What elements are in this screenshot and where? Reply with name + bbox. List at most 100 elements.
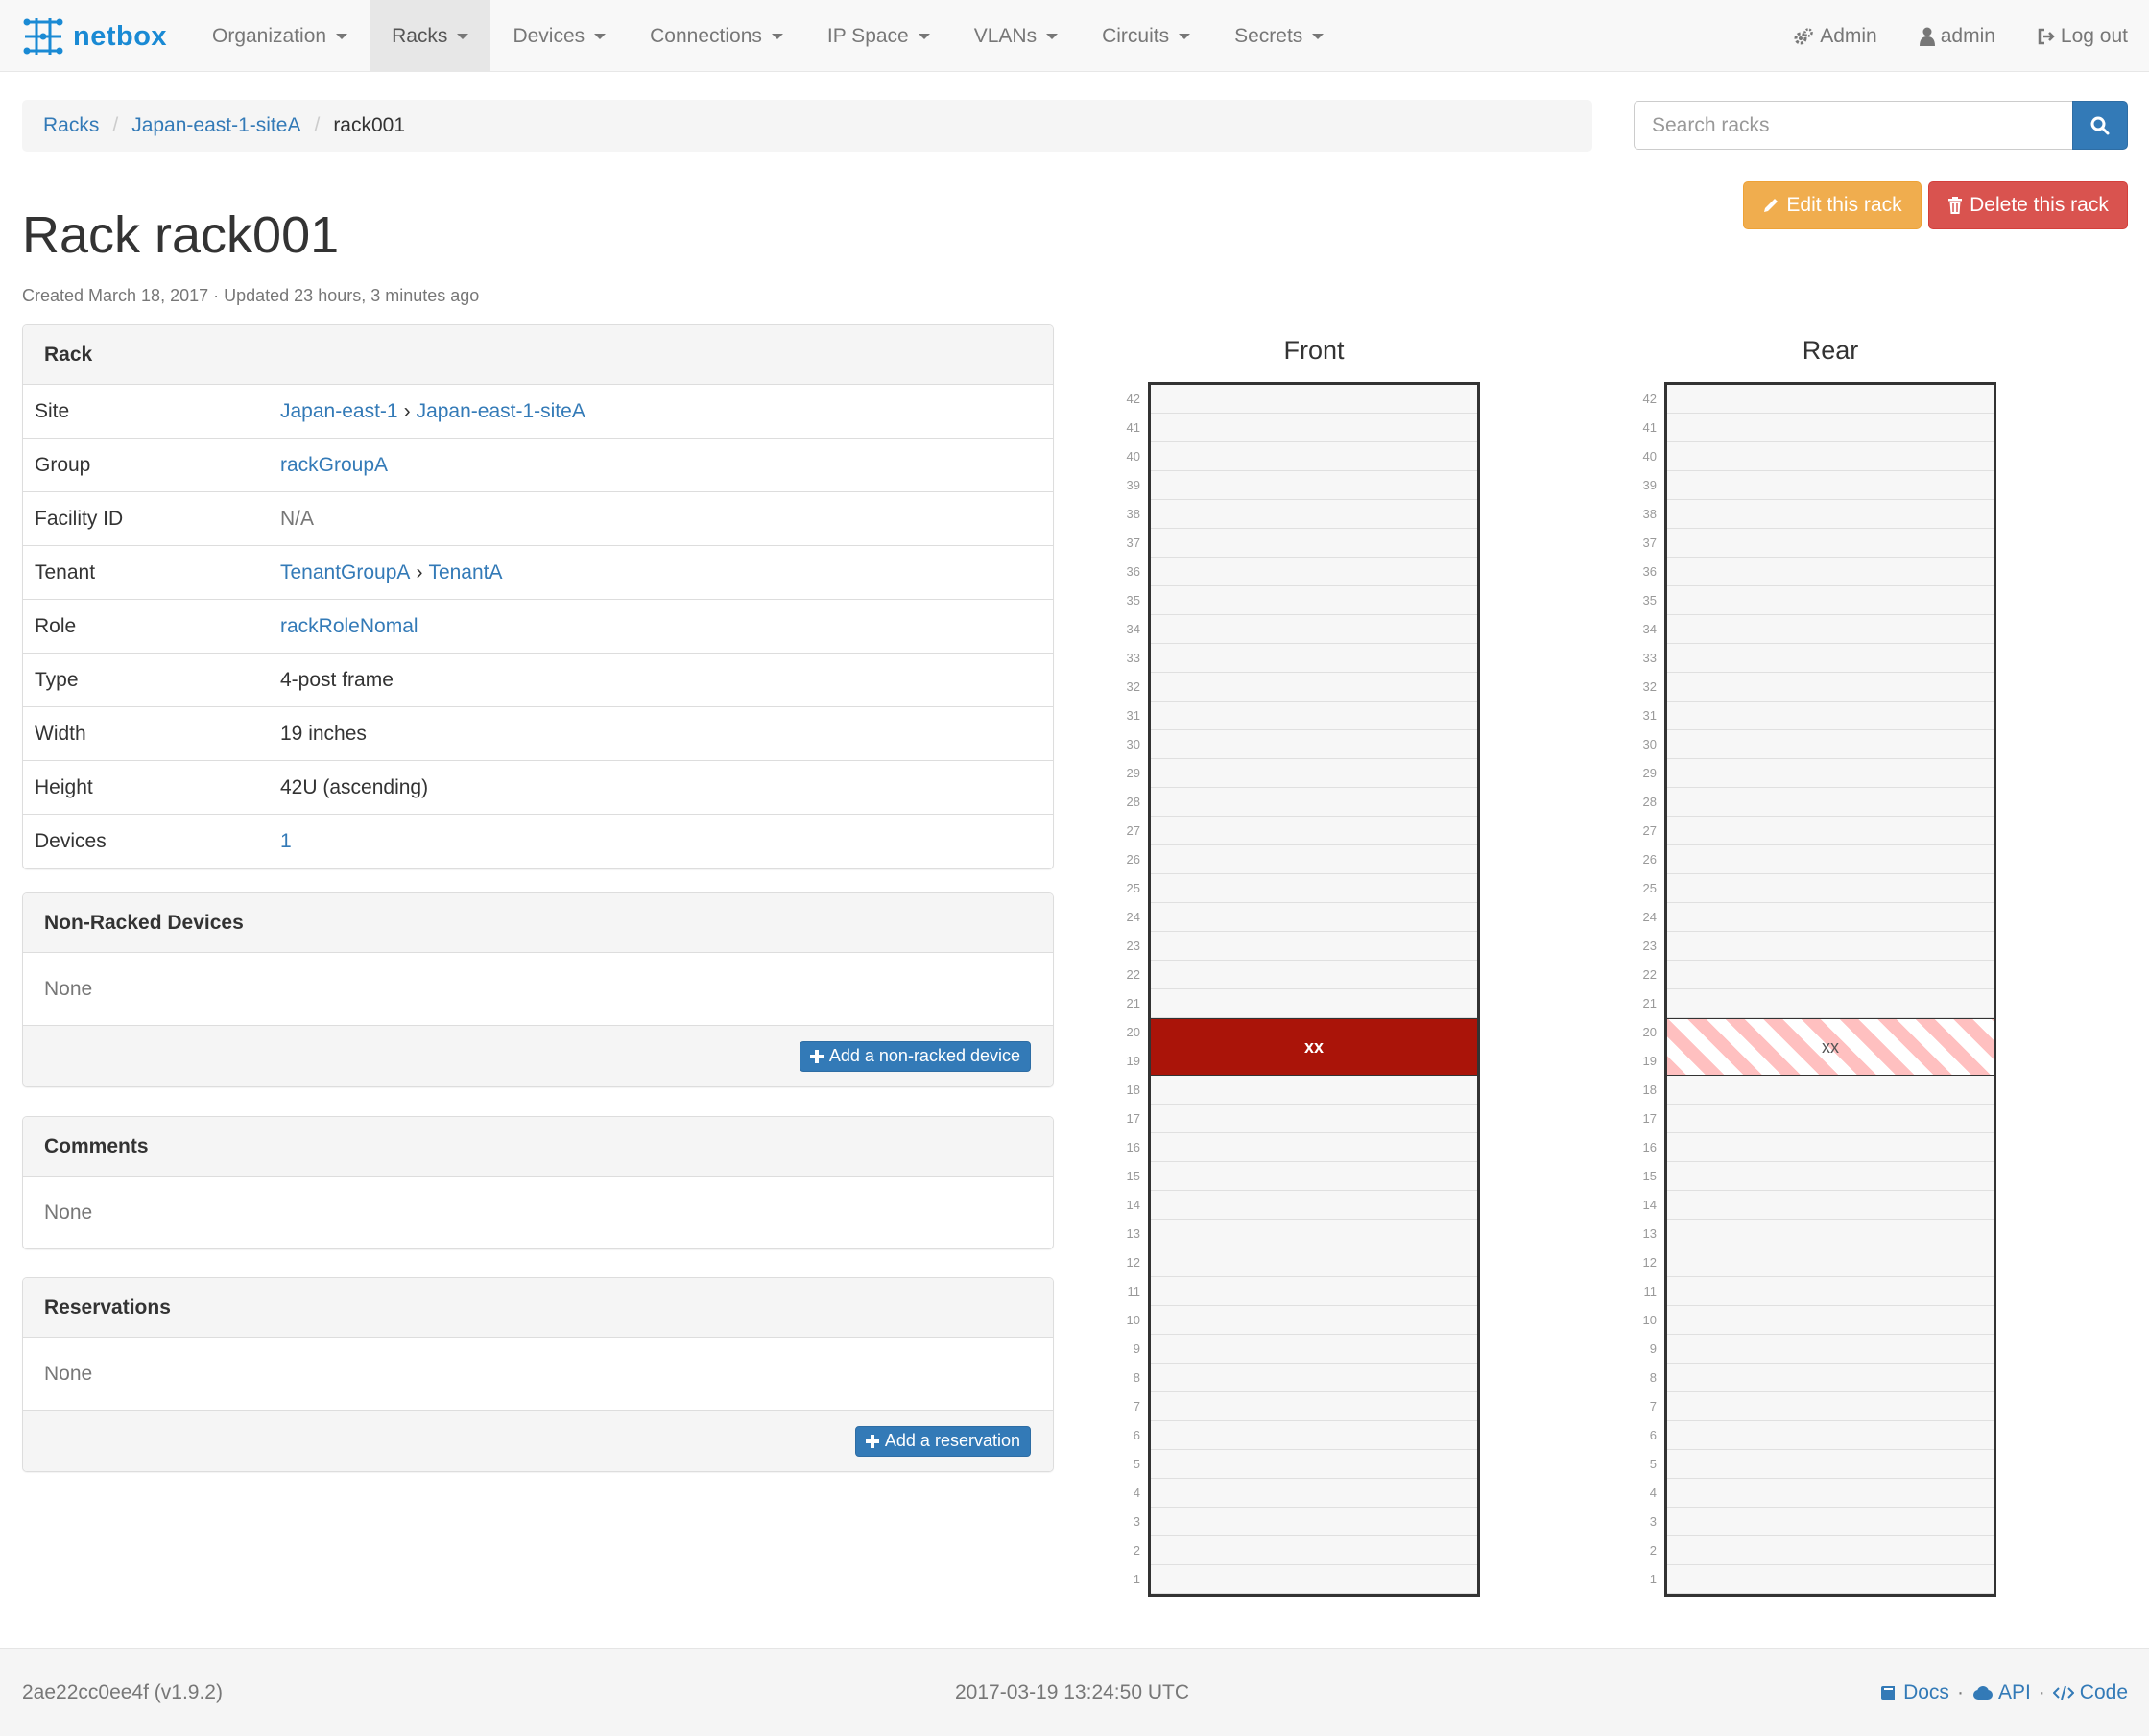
nav-admin-panel[interactable]: Admin <box>1772 0 1898 72</box>
breadcrumb-separator: / <box>314 114 321 136</box>
rack-unit-number: 2 <box>1649 1543 1657 1558</box>
nav-vlans[interactable]: VLANs <box>952 0 1080 72</box>
nav-logout[interactable]: Log out <box>2017 0 2149 72</box>
rack-unit-slot <box>1151 1191 1477 1220</box>
nav-secrets[interactable]: Secrets <box>1212 0 1346 72</box>
rack-unit-slot <box>1667 673 1994 702</box>
devices-count-link[interactable]: 1 <box>280 830 292 852</box>
rack-unit-number: 10 <box>1642 1313 1657 1327</box>
breadcrumb-racks[interactable]: Racks <box>43 114 99 137</box>
rack-unit-number: 14 <box>1126 1198 1140 1212</box>
edit-rack-button[interactable]: Edit this rack <box>1743 181 1922 229</box>
rack-unit-number: 29 <box>1642 766 1657 780</box>
rack-unit-number: 24 <box>1126 910 1140 924</box>
breadcrumb-site[interactable]: Japan-east-1-siteA <box>131 114 300 137</box>
rack-unit-slot <box>1151 586 1477 615</box>
front-rack-elevation: xx <box>1148 382 1480 1597</box>
rack-unit-slot <box>1667 845 1994 874</box>
rack-unit-number: 12 <box>1642 1255 1657 1270</box>
netbox-logo[interactable]: netbox <box>21 15 167 58</box>
main-nav: Organization Racks Devices Connections I… <box>190 0 1346 72</box>
user-icon <box>1919 27 1935 46</box>
tenant-group-link[interactable]: TenantGroupA <box>280 561 410 583</box>
row-label: Tenant <box>35 560 96 583</box>
search-button[interactable] <box>2072 101 2128 150</box>
rack-unit-slot <box>1667 615 1994 644</box>
rack-unit-number: 36 <box>1642 564 1657 579</box>
type-value: 4-post frame <box>280 668 394 691</box>
breadcrumb-separator: / <box>112 114 119 136</box>
nav-ip-space[interactable]: IP Space <box>805 0 952 72</box>
rack-unit-number: 41 <box>1642 420 1657 435</box>
nav-user-label: admin <box>1940 24 1995 47</box>
region-link[interactable]: Japan-east-1 <box>280 400 398 422</box>
rack-unit-slot <box>1667 1306 1994 1335</box>
nav-racks[interactable]: Racks <box>370 0 491 72</box>
rack-unit-number: 6 <box>1649 1428 1657 1442</box>
rack-unit-number: 13 <box>1642 1226 1657 1241</box>
rack-unit-slot <box>1667 558 1994 586</box>
rack-unit-slot <box>1151 615 1477 644</box>
rack-unit-slot <box>1151 1220 1477 1248</box>
rack-unit-number: 32 <box>1126 679 1140 694</box>
front-rack-device[interactable]: xx <box>1151 1018 1477 1076</box>
logout-icon <box>2038 28 2055 44</box>
docs-link[interactable]: Docs <box>1880 1681 1949 1704</box>
rack-unit-slot <box>1667 1105 1994 1133</box>
tenant-link[interactable]: TenantA <box>428 561 502 583</box>
delete-rack-button[interactable]: Delete this rack <box>1928 181 2128 229</box>
rack-unit-number: 23 <box>1642 939 1657 953</box>
nav-connections[interactable]: Connections <box>628 0 805 72</box>
rack-unit-number: 19 <box>1642 1054 1657 1068</box>
rack-unit-slot <box>1151 1248 1477 1277</box>
rack-unit-number: 36 <box>1126 564 1140 579</box>
rack-unit-slot <box>1667 1479 1994 1508</box>
rack-unit-number: 31 <box>1642 708 1657 723</box>
panel-heading: Comments <box>23 1117 1053 1177</box>
button-label: Add a reservation <box>884 1431 1020 1450</box>
nav-circuits[interactable]: Circuits <box>1080 0 1212 72</box>
footer-separator: · <box>2038 1681 2045 1703</box>
page-footer: 2ae22cc0ee4f (v1.9.2) 2017-03-19 13:24:5… <box>0 1648 2149 1736</box>
rack-unit-number: 17 <box>1642 1111 1657 1126</box>
site-link[interactable]: Japan-east-1-siteA <box>417 400 585 422</box>
rack-unit-slot <box>1151 385 1477 414</box>
rack-unit-number: 8 <box>1133 1370 1140 1385</box>
rack-unit-number: 41 <box>1126 420 1140 435</box>
rack-unit-number: 15 <box>1126 1169 1140 1183</box>
api-link[interactable]: API <box>1971 1681 2031 1704</box>
rack-unit-slot <box>1667 903 1994 932</box>
row-label: Group <box>35 453 91 476</box>
rack-unit-number: 18 <box>1642 1082 1657 1097</box>
rear-rack-device[interactable]: xx <box>1667 1018 1994 1076</box>
rack-unit-number: 9 <box>1133 1342 1140 1356</box>
rack-unit-number: 35 <box>1126 593 1140 607</box>
rack-unit-slot <box>1667 759 1994 788</box>
rack-unit-number: 18 <box>1126 1082 1140 1097</box>
add-reservation-button[interactable]: Add a reservation <box>854 1425 1031 1457</box>
rack-unit-number: 30 <box>1642 737 1657 751</box>
rack-unit-slot <box>1667 500 1994 529</box>
chevron-right-icon: › <box>403 399 411 422</box>
rack-unit-number: 30 <box>1126 737 1140 751</box>
caret-down-icon <box>918 33 930 39</box>
group-link[interactable]: rackGroupA <box>280 454 388 476</box>
row-label: Width <box>35 722 86 745</box>
rack-unit-slot <box>1151 1421 1477 1450</box>
rack-unit-slot <box>1667 1392 1994 1421</box>
rack-unit-slot <box>1151 442 1477 471</box>
panel-heading: Non-Racked Devices <box>23 893 1053 953</box>
role-link[interactable]: rackRoleNomal <box>280 615 418 637</box>
rack-unit-slot <box>1667 702 1994 730</box>
search-input[interactable] <box>1634 101 2072 150</box>
rack-unit-number: 27 <box>1642 823 1657 838</box>
add-non-racked-device-button[interactable]: Add a non-racked device <box>799 1040 1031 1072</box>
row-type: Type 4-post frame <box>23 654 1053 707</box>
rack-unit-number: 26 <box>1126 852 1140 867</box>
code-link[interactable]: Code <box>2052 1681 2128 1704</box>
nav-devices[interactable]: Devices <box>490 0 628 72</box>
nav-user[interactable]: admin <box>1898 0 2017 72</box>
rack-unit-number: 6 <box>1133 1428 1140 1442</box>
rack-unit-number: 2 <box>1133 1543 1140 1558</box>
nav-organization[interactable]: Organization <box>190 0 370 72</box>
